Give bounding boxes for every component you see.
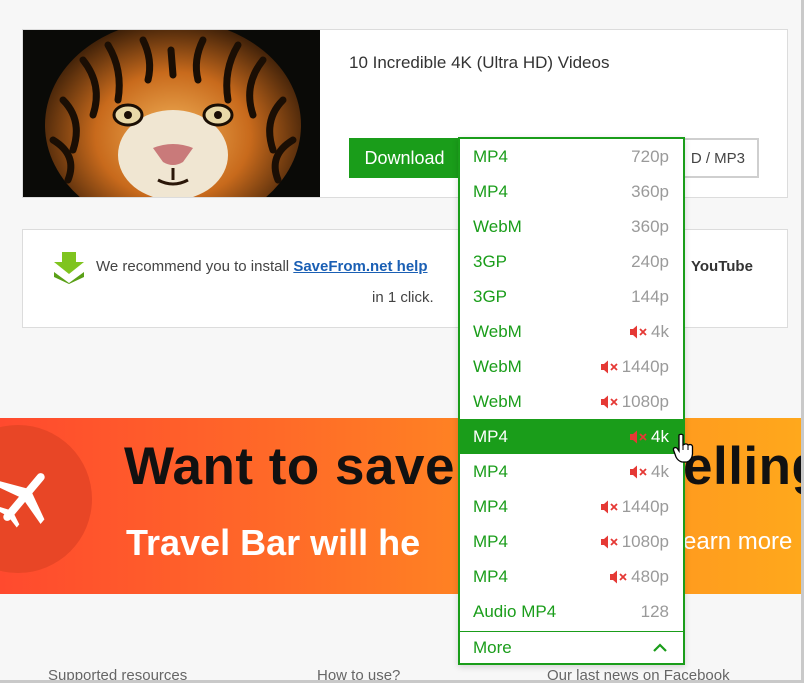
format-option-format: Audio MP4: [473, 601, 557, 621]
ad-learn-more-link[interactable]: earn more: [683, 528, 792, 556]
format-option-format: MP4: [473, 146, 508, 166]
format-option-quality: 480p: [609, 567, 669, 587]
airplane-icon: [0, 473, 45, 528]
speaker-muted-icon: [630, 430, 647, 443]
video-title: 10 Incredible 4K (Ultra HD) Videos: [349, 53, 610, 72]
ad-headline-start: Want to save: [124, 437, 455, 496]
recommend-text-line2: in 1 click.: [372, 289, 434, 306]
speaker-muted-icon: [600, 395, 618, 408]
format-option[interactable]: MP4 4k: [460, 454, 683, 489]
format-option-quality-text: 480p: [631, 566, 669, 586]
format-option-quality-text: 144p: [631, 286, 669, 306]
format-option-format: MP4: [473, 426, 508, 446]
format-option-quality-text: 720p: [631, 146, 669, 166]
format-option-format: WebM: [473, 216, 522, 236]
format-option-format: MP4: [473, 461, 508, 481]
format-option-format: MP4: [473, 566, 508, 586]
format-option[interactable]: MP4 1440p: [460, 489, 683, 524]
format-option-quality-text: 1080p: [621, 531, 669, 551]
savefrom-help-link[interactable]: SaveFrom.net help: [293, 258, 427, 275]
format-option[interactable]: 3GP 144p: [460, 279, 683, 314]
format-option-format: 3GP: [473, 286, 508, 306]
download-button[interactable]: Download: [349, 138, 460, 178]
speaker-muted-icon: [630, 465, 647, 478]
format-option[interactable]: WebM 1080p: [460, 384, 683, 419]
speaker-muted-icon: [600, 500, 618, 513]
download-arrow-icon: [54, 252, 84, 284]
format-option-quality: 240p: [631, 252, 669, 272]
format-option-format: 3GP: [473, 251, 508, 271]
format-option-quality: 128: [641, 602, 669, 622]
ad-headline: Want to save: [124, 436, 455, 497]
format-option-quality-text: 240p: [631, 251, 669, 271]
format-option[interactable]: Audio MP4 128: [460, 594, 683, 629]
format-option[interactable]: WebM 4k: [460, 314, 683, 349]
format-option-quality-text: 1080p: [621, 391, 669, 411]
format-option-quality: 4k: [629, 462, 669, 482]
format-option[interactable]: MP4 1080p: [460, 524, 683, 559]
dropdown-more-button[interactable]: More: [460, 632, 683, 663]
format-option-quality-text: 1440p: [621, 496, 669, 516]
speaker-muted-icon: [600, 535, 618, 548]
format-option-quality-text: 1440p: [621, 356, 669, 376]
format-option-quality: 1080p: [600, 532, 669, 552]
footer-how-to-use[interactable]: How to use?: [317, 667, 400, 683]
more-label: More: [473, 637, 512, 657]
recommend-text: We recommend you to install SaveFrom.net…: [96, 258, 428, 275]
format-option-quality-text: 4k: [651, 426, 669, 446]
format-option-quality: 360p: [631, 182, 669, 202]
format-option-format: MP4: [473, 531, 508, 551]
hand-pointer-icon: [672, 433, 694, 463]
format-option-quality: 4k: [629, 427, 669, 447]
format-option-quality-text: 360p: [631, 181, 669, 201]
format-dropdown: More MP4 720p MP4 360p WebM 360p 3GP 240p 3GP 144…: [458, 137, 685, 665]
format-option[interactable]: MP4 360p: [460, 174, 683, 209]
format-option-quality: 1440p: [600, 497, 669, 517]
recommend-youtube-text: YouTube: [691, 258, 753, 275]
format-option[interactable]: WebM 1440p: [460, 349, 683, 384]
footer-supported-resources[interactable]: Supported resources: [48, 667, 187, 683]
format-option[interactable]: 3GP 240p: [460, 244, 683, 279]
format-option-format: WebM: [473, 391, 522, 411]
format-option-quality: 1440p: [600, 357, 669, 377]
format-option[interactable]: MP4 480p: [460, 559, 683, 594]
ad-headline-tail: elling: [683, 437, 801, 496]
format-option-quality: 360p: [631, 217, 669, 237]
format-option-quality-text: 4k: [651, 461, 669, 481]
format-option[interactable]: MP4 4k: [460, 419, 683, 454]
format-option-format: MP4: [473, 181, 508, 201]
chevron-up-icon: [653, 643, 667, 652]
speaker-muted-icon: [600, 360, 618, 373]
format-option-quality: 720p: [631, 147, 669, 167]
video-thumbnail[interactable]: [23, 30, 320, 197]
footer-facebook-news[interactable]: Our last news on Facebook: [547, 667, 730, 683]
ad-subline: Travel Bar will he: [126, 522, 421, 563]
format-option-quality-text: 4k: [651, 321, 669, 341]
format-option-format: WebM: [473, 356, 522, 376]
format-option-format: WebM: [473, 321, 522, 341]
format-option-quality-text: 360p: [631, 216, 669, 236]
format-option[interactable]: WebM 360p: [460, 209, 683, 244]
format-option-quality: 4k: [629, 322, 669, 342]
format-option-format: MP4: [473, 496, 508, 516]
format-option-quality: 1080p: [600, 392, 669, 412]
recommend-text-prefix: We recommend you to install: [96, 258, 294, 275]
ad-plane-badge: [0, 425, 92, 573]
format-option-quality-text: 128: [640, 601, 669, 621]
format-option-quality: 144p: [631, 287, 669, 307]
speaker-muted-icon: [630, 325, 647, 338]
speaker-muted-icon: [610, 570, 627, 583]
format-option[interactable]: MP4 720p: [460, 139, 683, 174]
